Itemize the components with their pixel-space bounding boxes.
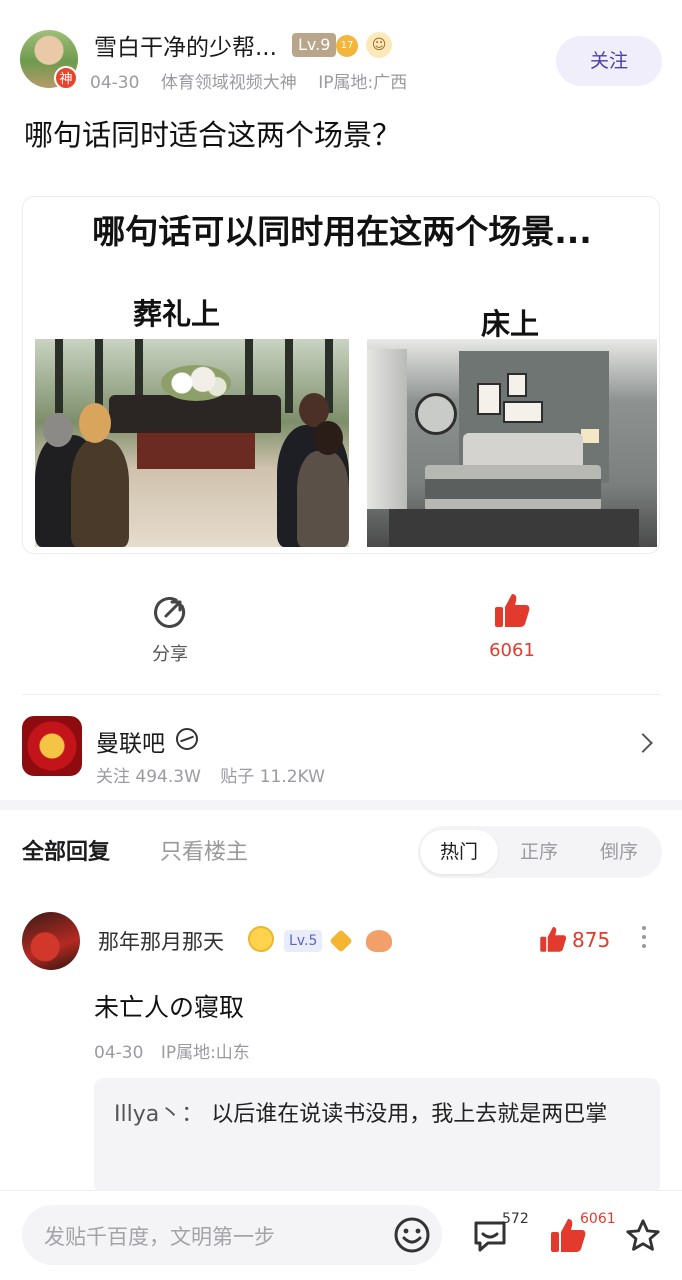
commenter-name[interactable]: 那年那月那天 [98, 926, 224, 956]
level-badge: Lv.9 [292, 33, 337, 57]
forum-followers: 关注 494.3W [96, 767, 201, 787]
scene-label-bed: 床上 [481, 307, 540, 341]
divider [22, 694, 660, 695]
compose-placeholder: 发贴千百度，文明第一步 [44, 1225, 275, 1249]
author-title-badge: 体育领域视频大神 [160, 73, 297, 93]
share-button[interactable]: 分享 [130, 594, 210, 666]
sticker-badge-icon: ☺ [366, 32, 392, 58]
comment-meta: 04-30 IP属地:山东 [94, 1038, 262, 1063]
thumbs-up-icon [495, 594, 530, 627]
post-meta: 04-30 体育领域视频大神 IP属地:广西 [90, 68, 423, 93]
comment-text: 未亡人の寝取 [94, 993, 245, 1022]
bedroom-photo [367, 339, 657, 547]
gem-badge-icon [329, 929, 353, 953]
bottom-bar: 发贴千百度，文明第一步 572 6061 [0, 1190, 682, 1280]
comment-like-count: 875 [572, 928, 611, 952]
avatar-badge: 神 [54, 66, 78, 90]
chevron-right-icon [633, 733, 653, 753]
share-icon [154, 596, 186, 628]
follow-button[interactable]: 关注 [556, 36, 662, 86]
coin-badge: 17 [336, 35, 358, 57]
forum-entry[interactable]: 曼联吧 关注 494.3W 贴子 11.2KW [0, 700, 682, 796]
forum-posts: 贴子 11.2KW [220, 767, 325, 787]
comment-date: 04-30 [94, 1043, 144, 1063]
post-header: 神 雪白干净的少帮... Lv.9 17 ☺ 04-30 体育领域视频大神 IP… [0, 0, 682, 110]
more-icon[interactable] [640, 926, 648, 956]
bottom-like-count: 6061 [580, 1211, 616, 1227]
forum-logo [22, 716, 82, 776]
sub-reply[interactable]: Illya丶： 以后谁在说读书没用，我上去就是两巴掌 [94, 1078, 660, 1194]
sort-hot[interactable]: 热门 [420, 830, 498, 874]
compose-input[interactable]: 发贴千百度，文明第一步 [22, 1205, 442, 1265]
sort-toggle: 热门 正序 倒序 [418, 826, 662, 878]
meme-heading: 哪句话可以同时用在这两个场景... [92, 212, 592, 251]
forum-name: 曼联吧 [96, 731, 165, 757]
like-count: 6061 [489, 640, 535, 661]
author-name[interactable]: 雪白干净的少帮... [94, 28, 277, 62]
halo-emoji-icon [248, 926, 274, 952]
post-date: 04-30 [90, 73, 140, 93]
section-gap [0, 800, 682, 810]
sub-reply-text: 以后谁在说读书没用，我上去就是两巴掌 [211, 1102, 608, 1127]
scene-label-funeral: 葬礼上 [133, 297, 221, 331]
commenter-level: Lv.5 [284, 930, 323, 952]
ip-location: IP属地:广西 [318, 73, 408, 93]
comment-like-button[interactable]: 875 [538, 924, 614, 956]
like-button[interactable]: 6061 [470, 590, 554, 661]
star-icon[interactable] [624, 1217, 662, 1255]
verified-icon [176, 728, 198, 750]
emoji-icon[interactable] [392, 1215, 432, 1255]
sub-reply-author[interactable]: Illya丶： [114, 1102, 203, 1127]
comment-count: 572 [502, 1211, 529, 1227]
forum-stats: 关注 494.3W 贴子 11.2KW [96, 762, 339, 787]
post-image[interactable]: 哪句话可以同时用在这两个场景... 葬礼上 床上 [22, 196, 660, 554]
sort-descending[interactable]: 倒序 [580, 830, 658, 874]
post-title: 哪句话同时适合这两个场景？ [24, 118, 402, 152]
funeral-photo [35, 339, 349, 547]
comment-ip: IP属地:山东 [160, 1043, 250, 1063]
tab-op-only[interactable]: 只看楼主 [160, 834, 248, 866]
lungs-badge-icon [366, 930, 392, 952]
share-label: 分享 [152, 644, 188, 665]
tab-all-replies[interactable]: 全部回复 [22, 834, 110, 866]
thumbs-up-icon [540, 927, 567, 952]
commenter-avatar[interactable] [22, 912, 80, 970]
sort-ascending[interactable]: 正序 [500, 830, 578, 874]
